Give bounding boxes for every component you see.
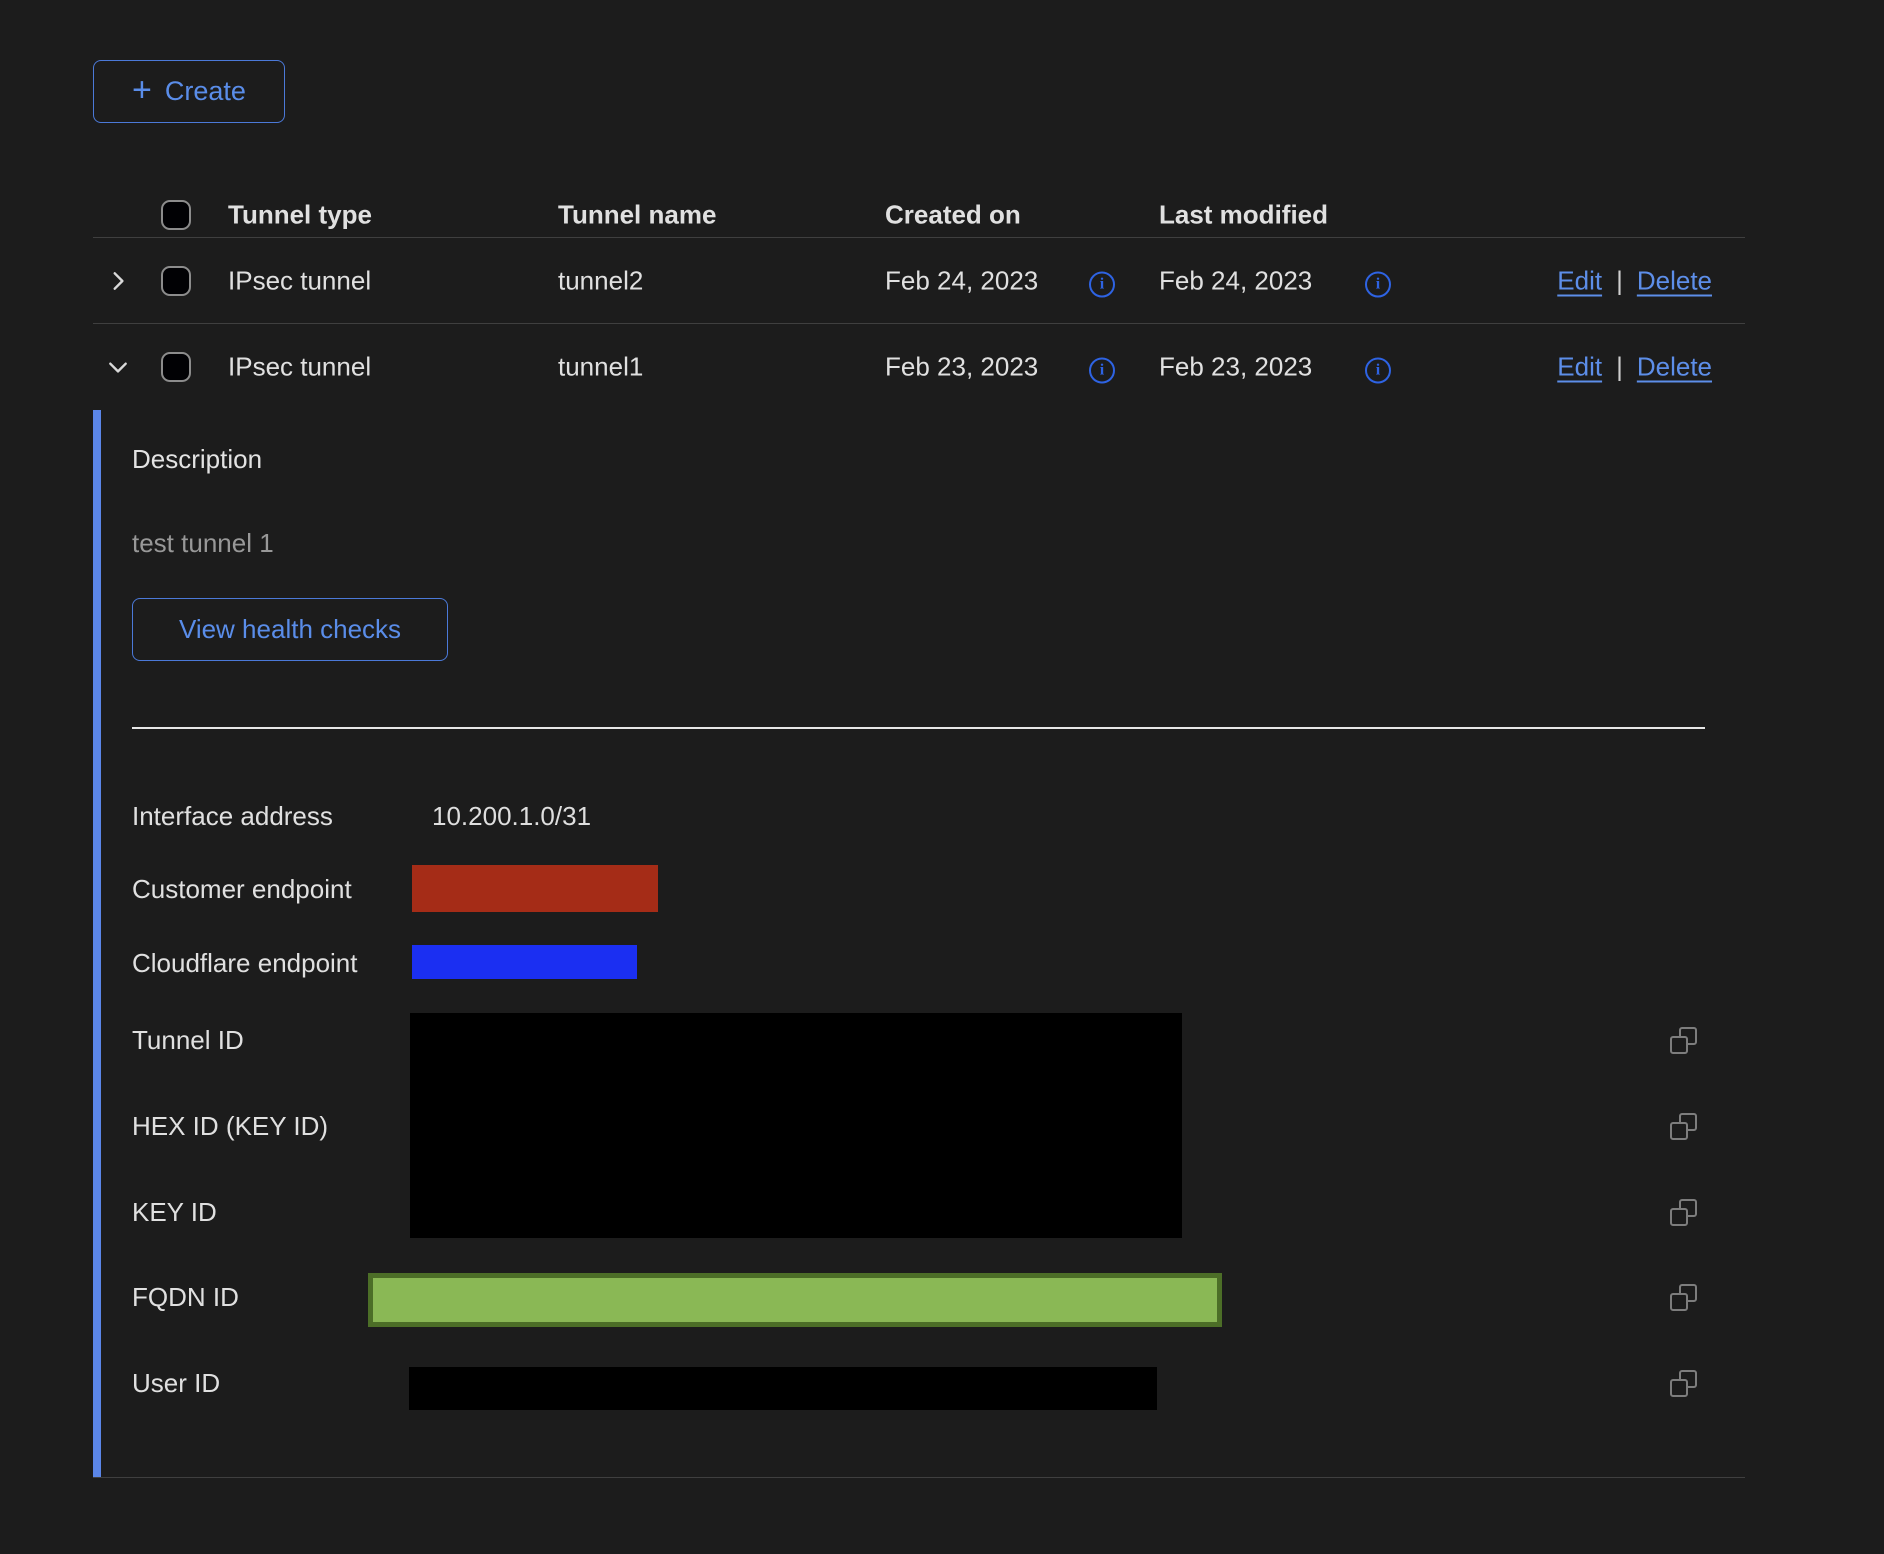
copy-user-id-button[interactable]: [1670, 1370, 1697, 1397]
table-row-expanded: IPsec tunnel tunnel1 Feb 23, 2023 i Feb …: [93, 324, 1745, 410]
interface-address-value: 10.200.1.0/31: [432, 800, 591, 832]
description-label: Description: [132, 443, 262, 475]
created-on-value: Feb 23, 2023: [885, 352, 1038, 383]
copy-icon: [1670, 1284, 1697, 1311]
delete-link[interactable]: Delete: [1637, 352, 1712, 383]
chevron-down-icon: [107, 356, 129, 378]
tunnel-name-value: tunnel2: [558, 265, 643, 296]
tunnel-detail-panel: Description test tunnel 1 View health ch…: [93, 410, 1745, 1478]
user-id-label: User ID: [132, 1367, 220, 1399]
table-row: IPsec tunnel tunnel2 Feb 24, 2023 i Feb …: [93, 238, 1745, 324]
copy-key-id-button[interactable]: [1670, 1199, 1697, 1226]
tunnels-table: Tunnel type Tunnel name Created on Last …: [93, 192, 1745, 1478]
tunnel-type-value: IPsec tunnel: [228, 352, 371, 383]
cloudflare-endpoint-label: Cloudflare endpoint: [132, 947, 358, 979]
row-checkbox[interactable]: [161, 266, 191, 296]
action-separator: |: [1616, 265, 1623, 296]
info-icon[interactable]: i: [1089, 271, 1115, 297]
tunnel-id-label: Tunnel ID: [132, 1024, 244, 1056]
user-id-redacted-value: [409, 1367, 1157, 1410]
key-id-label: KEY ID: [132, 1196, 217, 1228]
id-values-redacted-block: [410, 1013, 1182, 1238]
cloudflare-endpoint-redacted-value: [412, 945, 637, 979]
header-tunnel-type: Tunnel type: [228, 199, 372, 230]
create-button-label: Create: [165, 76, 246, 107]
expanded-row-accent-bar: [93, 410, 101, 1477]
customer-endpoint-label: Customer endpoint: [132, 873, 352, 905]
row-checkbox[interactable]: [161, 352, 191, 382]
fqdn-id-label: FQDN ID: [132, 1281, 239, 1313]
header-tunnel-name: Tunnel name: [558, 199, 716, 230]
tunnels-page: + Create Tunnel type Tunnel name Created…: [93, 60, 1745, 1478]
interface-address-label: Interface address: [132, 800, 333, 832]
header-last-modified: Last modified: [1159, 199, 1328, 230]
tunnel-type-value: IPsec tunnel: [228, 265, 371, 296]
fqdn-id-redacted-value: [368, 1273, 1222, 1327]
last-modified-value: Feb 24, 2023: [1159, 265, 1312, 296]
copy-icon: [1670, 1113, 1697, 1140]
collapse-row-button[interactable]: [107, 356, 129, 378]
copy-tunnel-id-button[interactable]: [1670, 1027, 1697, 1054]
expand-row-button[interactable]: [107, 270, 129, 292]
copy-fqdn-id-button[interactable]: [1670, 1284, 1697, 1311]
copy-icon: [1670, 1199, 1697, 1226]
section-divider: [132, 727, 1705, 729]
info-icon[interactable]: i: [1365, 271, 1391, 297]
copy-icon: [1670, 1027, 1697, 1054]
view-health-checks-button[interactable]: View health checks: [132, 598, 448, 661]
description-value: test tunnel 1: [132, 527, 274, 559]
plus-icon: +: [132, 73, 152, 107]
create-button[interactable]: + Create: [93, 60, 285, 123]
select-all-checkbox[interactable]: [161, 200, 191, 230]
copy-icon: [1670, 1370, 1697, 1397]
created-on-value: Feb 24, 2023: [885, 265, 1038, 296]
info-icon[interactable]: i: [1089, 358, 1115, 384]
last-modified-value: Feb 23, 2023: [1159, 352, 1312, 383]
hex-id-label: HEX ID (KEY ID): [132, 1110, 328, 1142]
customer-endpoint-redacted-value: [412, 865, 658, 912]
edit-link[interactable]: Edit: [1557, 265, 1602, 296]
action-separator: |: [1616, 352, 1623, 383]
tunnel-name-value: tunnel1: [558, 352, 643, 383]
chevron-right-icon: [107, 270, 129, 292]
info-icon[interactable]: i: [1365, 358, 1391, 384]
delete-link[interactable]: Delete: [1637, 265, 1712, 296]
table-header-row: Tunnel type Tunnel name Created on Last …: [93, 192, 1745, 238]
header-created-on: Created on: [885, 199, 1021, 230]
edit-link[interactable]: Edit: [1557, 352, 1602, 383]
copy-hex-id-button[interactable]: [1670, 1113, 1697, 1140]
